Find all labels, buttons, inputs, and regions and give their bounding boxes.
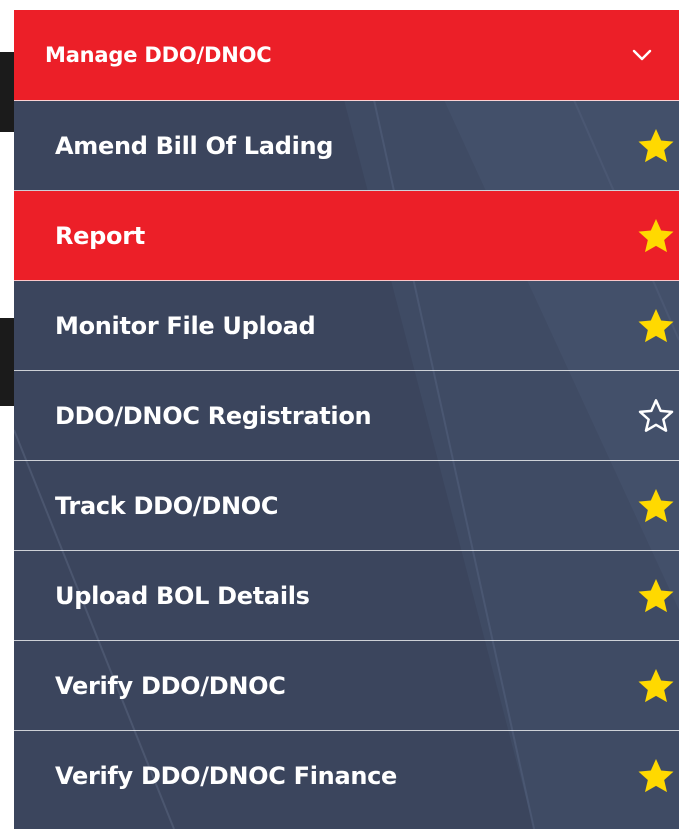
- star-filled-icon[interactable]: [635, 215, 677, 257]
- menu-item-verify-ddo-dnoc-finance[interactable]: Verify DDO/DNOC Finance: [14, 731, 679, 821]
- menu-item-label: Verify DDO/DNOC: [55, 671, 286, 700]
- window-edge-shadow: [0, 52, 14, 132]
- menu-item-ddo-dnoc-registration[interactable]: DDO/DNOC Registration: [14, 371, 679, 461]
- chevron-down-icon[interactable]: [631, 44, 653, 66]
- window-edge: [0, 0, 14, 829]
- star-filled-icon[interactable]: [635, 305, 677, 347]
- star-filled-icon[interactable]: [635, 665, 677, 707]
- star-filled-icon[interactable]: [635, 485, 677, 527]
- menu-section-header[interactable]: Manage DDO/DNOC: [14, 10, 679, 101]
- window-edge-shadow: [0, 318, 14, 406]
- menu-item-report[interactable]: Report: [14, 191, 679, 281]
- menu-item-upload-bol-details[interactable]: Upload BOL Details: [14, 551, 679, 641]
- navigation-menu: Manage DDO/DNOC Amend Bill Of Lading Rep…: [14, 10, 679, 829]
- star-filled-icon[interactable]: [635, 755, 677, 797]
- menu-item-track-ddo-dnoc[interactable]: Track DDO/DNOC: [14, 461, 679, 551]
- menu-item-label: Monitor File Upload: [55, 311, 316, 340]
- star-filled-icon[interactable]: [635, 575, 677, 617]
- menu-item-label: Track DDO/DNOC: [55, 491, 279, 520]
- menu-item-label: Upload BOL Details: [55, 581, 310, 610]
- menu-item-label: DDO/DNOC Registration: [55, 401, 372, 430]
- menu-item-verify-ddo-dnoc[interactable]: Verify DDO/DNOC: [14, 641, 679, 731]
- menu-item-label: Amend Bill Of Lading: [55, 131, 334, 160]
- menu-item-monitor-file-upload[interactable]: Monitor File Upload: [14, 281, 679, 371]
- menu-item-label: Report: [55, 221, 145, 250]
- star-filled-icon[interactable]: [635, 125, 677, 167]
- menu-item-amend-bill-of-lading[interactable]: Amend Bill Of Lading: [14, 101, 679, 191]
- menu-item-label: Verify DDO/DNOC Finance: [55, 762, 398, 790]
- star-outline-icon[interactable]: [635, 395, 677, 437]
- menu-section-title: Manage DDO/DNOC: [45, 43, 272, 67]
